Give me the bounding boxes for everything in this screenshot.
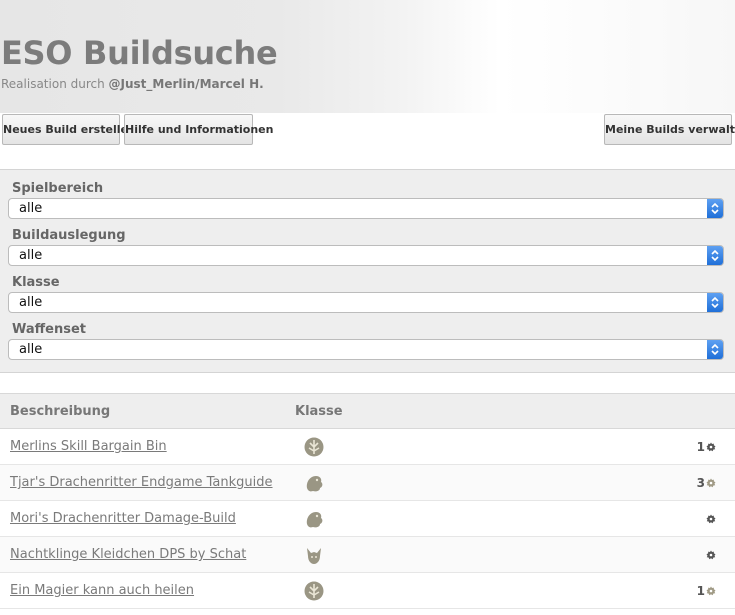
- filter-label-build-design: Buildauslegung: [12, 228, 126, 243]
- select-value: alle: [19, 342, 43, 357]
- builds-table: Beschreibung Klasse Merlins Skill Bargai…: [0, 393, 735, 609]
- rating-count: 3: [696, 476, 705, 490]
- table-row: Merlins Skill Bargain Bin 1: [0, 429, 735, 465]
- build-link[interactable]: Merlins Skill Bargain Bin: [10, 439, 167, 454]
- select-value: alle: [19, 248, 43, 263]
- game-area-select[interactable]: alle: [8, 198, 724, 219]
- rating: [705, 548, 716, 562]
- gear-icon[interactable]: [706, 478, 716, 488]
- credits-author: @Just_Merlin/Marcel H.: [108, 77, 264, 91]
- gear-icon[interactable]: [706, 586, 716, 596]
- gear-icon[interactable]: [706, 442, 716, 452]
- select-arrows-icon: [707, 199, 723, 218]
- select-arrows-icon: [707, 246, 723, 265]
- select-value: alle: [19, 201, 43, 216]
- filter-label-weapon-set: Waffenset: [12, 322, 87, 337]
- table-row: Nachtklinge Kleidchen DPS by Schat: [0, 537, 735, 573]
- app-title: ESO Buildsuche: [1, 34, 278, 72]
- rating-count: 1: [696, 440, 705, 454]
- select-value: alle: [19, 295, 43, 310]
- table-row: Mori's Drachenritter Damage-Build: [0, 501, 735, 537]
- credits: Realisation durch @Just_Merlin/Marcel H.: [1, 77, 264, 91]
- table-row: Tjar's Drachenritter Endgame Tankguide 3: [0, 465, 735, 501]
- build-link[interactable]: Nachtklinge Kleidchen DPS by Schat: [10, 547, 246, 562]
- build-link[interactable]: Tjar's Drachenritter Endgame Tankguide: [10, 475, 273, 490]
- table-row: Ein Magier kann auch heilen 1: [0, 573, 735, 609]
- class-select[interactable]: alle: [8, 292, 724, 313]
- gear-icon[interactable]: [706, 514, 716, 524]
- select-arrows-icon: [707, 340, 723, 359]
- select-arrows-icon: [707, 293, 723, 312]
- column-header-description: Beschreibung: [10, 404, 111, 419]
- rating: 1: [697, 440, 716, 454]
- nightblade-icon: [307, 548, 321, 564]
- dragonknight-icon: [306, 512, 323, 528]
- manage-my-builds-button[interactable]: Meine Builds verwalten: [604, 114, 735, 145]
- build-link[interactable]: Ein Magier kann auch heilen: [10, 583, 194, 598]
- filter-label-game-area: Spielbereich: [12, 181, 104, 196]
- page-header: ESO Buildsuche Realisation durch @Just_M…: [0, 0, 735, 113]
- rating-count: 1: [696, 584, 705, 598]
- gear-icon[interactable]: [706, 550, 716, 560]
- help-info-button[interactable]: Hilfe und Informationen: [124, 114, 273, 145]
- credits-prefix: Realisation durch: [1, 77, 109, 91]
- table-header: Beschreibung Klasse: [0, 393, 735, 429]
- warden-icon: [304, 581, 324, 601]
- rating: [705, 512, 716, 526]
- column-header-class: Klasse: [295, 404, 343, 419]
- build-link[interactable]: Mori's Drachenritter Damage-Build: [10, 511, 236, 526]
- new-build-button[interactable]: Neues Build erstellen: [2, 114, 136, 145]
- dragonknight-icon: [306, 476, 323, 492]
- filter-label-class: Klasse: [12, 275, 60, 290]
- filter-panel: Spielbereich alle Buildauslegung alle Kl…: [0, 169, 735, 373]
- warden-icon: [304, 437, 324, 457]
- rating: 3: [697, 476, 716, 490]
- weapon-set-select[interactable]: alle: [8, 339, 724, 360]
- rating: 1: [697, 584, 716, 598]
- build-design-select[interactable]: alle: [8, 245, 724, 266]
